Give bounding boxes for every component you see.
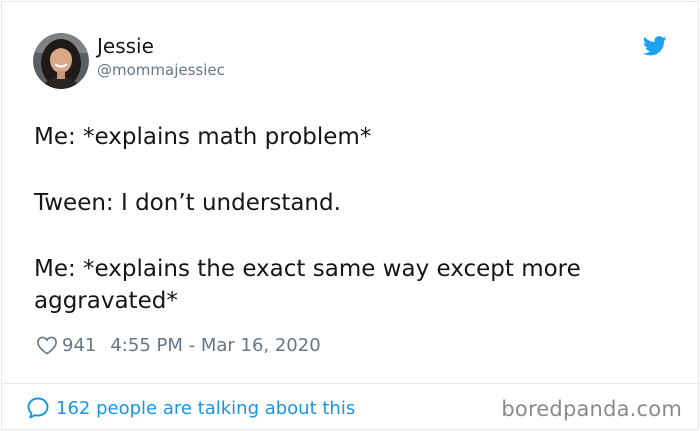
avatar[interactable]	[33, 33, 89, 89]
tweet-card: Jessie @mommajessiec Me: *explains math …	[1, 1, 699, 430]
author-block[interactable]: Jessie @mommajessiec	[97, 33, 225, 80]
watermark: boredpanda.com	[501, 397, 682, 421]
tweet-text: Me: *explains math problem* Tween: I don…	[34, 121, 654, 317]
conversation-link[interactable]: 162 people are talking about this	[26, 395, 355, 421]
author-name[interactable]: Jessie	[97, 33, 225, 59]
speech-bubble-icon	[27, 397, 49, 419]
conversation-label[interactable]: 162 people are talking about this	[56, 398, 355, 419]
tweet-paragraph: Me: *explains the exact same way except …	[34, 256, 581, 314]
heart-icon[interactable]	[36, 335, 58, 355]
tweet-timestamp[interactable]: 4:55 PM - Mar 16, 2020	[110, 335, 320, 356]
tweet-paragraph: Me: *explains math problem*	[34, 124, 372, 150]
divider	[2, 383, 698, 384]
like-count[interactable]: 941	[62, 335, 96, 356]
tweet-meta: 941 4:55 PM - Mar 16, 2020	[36, 332, 321, 358]
author-handle[interactable]: @mommajessiec	[97, 60, 225, 80]
twitter-bird-icon[interactable]	[643, 36, 667, 56]
profile-photo-icon	[33, 33, 89, 89]
tweet-paragraph: Tween: I don’t understand.	[34, 190, 341, 216]
